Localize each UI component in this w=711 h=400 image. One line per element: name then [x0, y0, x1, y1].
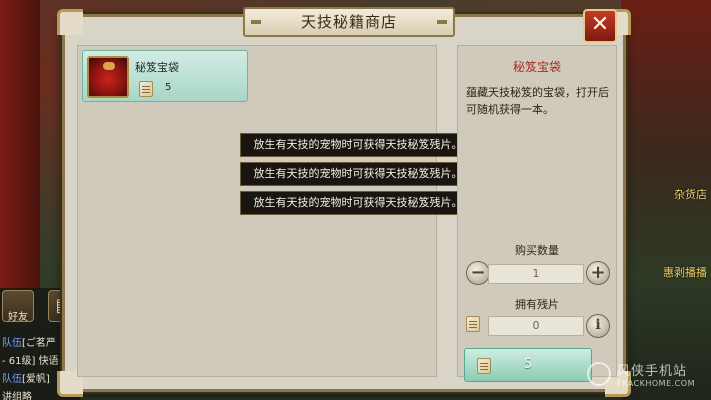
- owned-fragments-label: 拥有残片: [515, 298, 559, 311]
- scene-label-npc[interactable]: 惠剥播播: [663, 264, 707, 280]
- owned-fragments-value: 0: [488, 316, 584, 336]
- fragment-info-button[interactable]: i: [586, 314, 610, 338]
- chat-line: 队伍[ご茗严: [2, 338, 56, 349]
- bag-knot: [103, 62, 115, 70]
- decrease-quantity-button[interactable]: −: [466, 261, 490, 285]
- scene-red-pillar: [0, 0, 40, 290]
- detail-title: 秘笈宝袋: [512, 60, 561, 74]
- dialog-title-plate: 天技秘籍商店: [243, 7, 455, 37]
- friend-button-label: 好友: [8, 312, 28, 323]
- watermark-url: FKACKHOME.COM: [617, 379, 695, 388]
- title-ornament: [437, 20, 447, 24]
- buy-cost: 5: [523, 357, 533, 372]
- fragment-scroll-icon: [139, 81, 153, 97]
- tooltip: 放生有天技的宠物时可获得天技秘笈残片。: [240, 191, 476, 215]
- info-icon: i: [595, 317, 601, 333]
- plus-icon: +: [590, 262, 606, 283]
- item-name: 秘笈宝袋: [135, 61, 179, 74]
- buy-button[interactable]: 5: [464, 348, 592, 382]
- increase-quantity-button[interactable]: +: [586, 261, 610, 285]
- dialog-title: 天技秘籍商店: [300, 13, 397, 31]
- watermark-logo-icon: [587, 362, 611, 386]
- close-button[interactable]: ✕: [583, 9, 617, 43]
- frame-corner: [57, 9, 83, 35]
- quantity-input[interactable]: 1: [488, 264, 584, 284]
- fragment-scroll-icon: [466, 316, 480, 332]
- title-ornament: [251, 20, 261, 24]
- chat-line: - 61级] 快语: [2, 356, 59, 367]
- site-watermark: 风侠手机站 FKACKHOME.COM: [587, 358, 697, 394]
- scene-label-shop[interactable]: 杂货店: [674, 186, 707, 202]
- quantity-label: 购买数量: [515, 244, 559, 257]
- skill-book-shop-dialog: 天技秘籍商店 ✕ 秘笈宝袋 5 放生有天技的宠物时可获得天技秘笈残片。 放生有天…: [57, 7, 631, 397]
- item-card-secret-bag[interactable]: 秘笈宝袋 5: [82, 50, 248, 102]
- chat-line: 讲组略: [2, 392, 32, 400]
- tooltip: 放生有天技的宠物时可获得天技秘笈残片。: [240, 133, 476, 157]
- item-detail-panel: 秘笈宝袋 蕴藏天技秘笈的宝袋，打开后可随机获得一本。 购买数量 − 1 + 拥有…: [457, 45, 617, 382]
- tooltip: 放生有天技的宠物时可获得天技秘笈残片。: [240, 162, 476, 186]
- close-icon: ✕: [590, 12, 610, 37]
- watermark-text: 风侠手机站: [617, 364, 688, 379]
- detail-description: 蕴藏天技秘笈的宝袋，打开后可随机获得一本。: [466, 86, 609, 116]
- chat-line: 队伍[爱帆]: [2, 374, 50, 385]
- friend-button[interactable]: 好友: [2, 290, 34, 323]
- item-price: 5: [165, 82, 172, 93]
- red-bag-icon: [87, 56, 129, 98]
- minus-icon: −: [470, 262, 486, 283]
